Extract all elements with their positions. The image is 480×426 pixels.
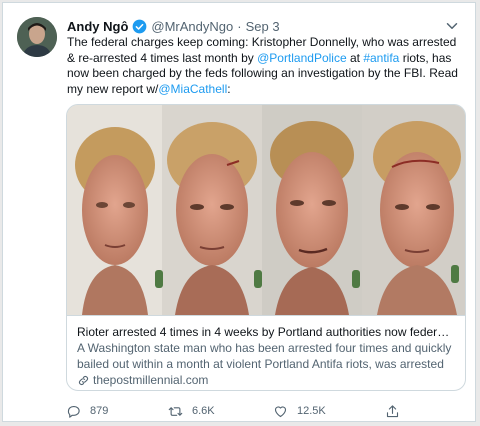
author-name[interactable]: Andy Ngô (67, 19, 128, 34)
tweet-link[interactable]: #antifa (363, 51, 399, 65)
tweet-link[interactable]: @PortlandPolice (257, 51, 347, 65)
like-count: 12.5K (297, 405, 326, 417)
share-icon (386, 404, 399, 417)
tweet-header: Andy Ngô @MrAndyNgo · Sep 3 (67, 17, 461, 35)
tweet-text-segment: : (227, 81, 231, 96)
card-title[interactable]: Rioter arrested 4 times in 4 weeks by Po… (77, 324, 455, 340)
reply-button[interactable]: 879 (66, 404, 108, 419)
card-domain-text: thepostmillennial.com (93, 373, 209, 387)
separator-dot: · (237, 18, 242, 34)
heart-icon (274, 405, 287, 417)
link-icon (78, 375, 89, 385)
retweet-icon (168, 406, 183, 416)
photo-2 (162, 105, 262, 315)
reply-icon (67, 405, 80, 418)
retweet-count: 6.6K (192, 405, 215, 417)
card-domain[interactable]: thepostmillennial.com (77, 372, 455, 388)
card-description: A Washington state man who has been arre… (77, 341, 452, 371)
chevron-down-icon[interactable] (443, 17, 461, 35)
tweet-date[interactable]: Sep 3 (246, 19, 280, 34)
tweet-link[interactable]: @MiaCathell (158, 82, 227, 96)
photo-3 (262, 105, 362, 315)
tweet-text: The federal charges keep coming: Kristop… (67, 35, 465, 97)
reply-count: 879 (90, 405, 109, 417)
tweet-actions: 879 6.6K 12.5K (66, 401, 406, 421)
photo-1 (67, 105, 162, 315)
avatar-image (17, 17, 57, 57)
mugshot-image (67, 105, 465, 315)
verified-badge-icon (133, 19, 147, 33)
tweet-text-segment: at (346, 50, 364, 65)
like-button[interactable]: 12.5K (273, 404, 326, 419)
avatar[interactable] (17, 17, 57, 57)
link-card[interactable]: Rioter arrested 4 times in 4 weeks by Po… (66, 104, 466, 391)
card-body: Rioter arrested 4 times in 4 weeks by Po… (67, 315, 465, 390)
author-handle[interactable]: @MrAndyNgo (151, 19, 233, 34)
share-button[interactable] (385, 404, 409, 419)
photo-4 (362, 105, 465, 315)
tweet-frame: Andy Ngô @MrAndyNgo · Sep 3 The federal … (2, 2, 476, 422)
retweet-button[interactable]: 6.6K (168, 404, 215, 419)
